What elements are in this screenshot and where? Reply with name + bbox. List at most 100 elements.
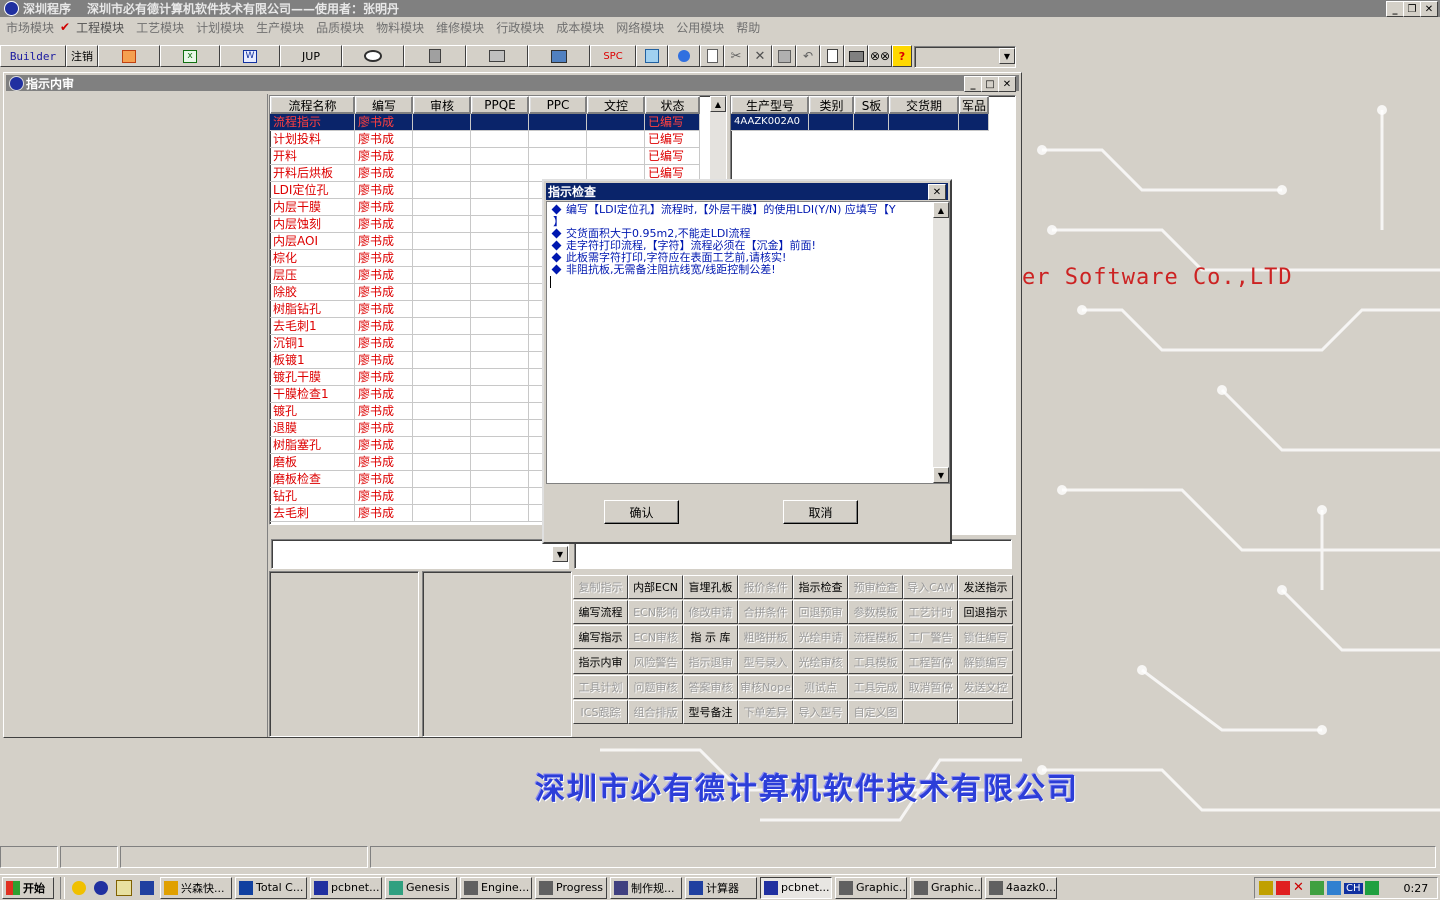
process-column-header[interactable]: 编写 (355, 96, 413, 114)
function-button[interactable]: 指示退审 (683, 650, 738, 674)
taskbar-task[interactable]: Engine... (460, 876, 532, 899)
table-row[interactable]: 计划投料 廖书成 已编写 (270, 131, 700, 148)
close-button[interactable]: ✕ (1420, 1, 1438, 17)
function-button[interactable]: 工具模板 (848, 650, 903, 674)
function-button[interactable]: 发送指示 (958, 575, 1013, 599)
taskbar-task[interactable]: 4aazk0... (985, 876, 1057, 899)
internet-button[interactable] (668, 45, 700, 67)
window-minimize-button[interactable]: _ (964, 76, 982, 92)
function-button[interactable]: 指示检查 (793, 575, 848, 599)
tray-icon-4[interactable] (1310, 881, 1324, 895)
builder-button[interactable]: Builder (0, 45, 66, 67)
function-button[interactable]: 光绘审核 (793, 650, 848, 674)
function-button[interactable]: 测试点 (793, 675, 848, 699)
clock-app-icon[interactable] (72, 880, 86, 895)
process-column-header[interactable]: 状态 (645, 96, 700, 114)
function-button[interactable]: 工具完成 (848, 675, 903, 699)
taskbar-task[interactable]: Graphic... (835, 876, 907, 899)
menu-item[interactable]: 物料模块 (370, 19, 430, 36)
tray-icon-2[interactable] (1276, 881, 1290, 895)
restore-button[interactable]: ❐ (1403, 1, 1421, 17)
menu-item[interactable]: 工程模块 (70, 19, 130, 36)
process-column-header[interactable]: 流程名称 (270, 96, 355, 114)
function-button[interactable]: 指示内审 (573, 650, 628, 674)
function-button[interactable]: 编写指示 (573, 625, 628, 649)
find-button[interactable]: ⊗⊗ (868, 45, 892, 67)
menu-item[interactable]: 品质模块 (310, 19, 370, 36)
ok-button[interactable]: 确认 (604, 500, 679, 524)
logout-button[interactable]: 注销 (66, 45, 98, 67)
window-close-button[interactable]: ✕ (998, 76, 1016, 92)
scroll-down-icon[interactable]: ▼ (933, 467, 949, 483)
taskbar-task[interactable]: 计算器 (685, 876, 757, 899)
jup-button[interactable]: JUP (280, 45, 342, 67)
taskbar-task[interactable]: 兴森快... (160, 876, 232, 899)
minimize-button[interactable]: _ (1386, 1, 1404, 17)
chevron-down-icon[interactable]: ▼ (999, 48, 1015, 64)
taskbar-task[interactable]: 制作规... (610, 876, 682, 899)
process-column-header[interactable]: 文控 (587, 96, 645, 114)
function-button[interactable]: 修改申请 (683, 600, 738, 624)
chevron-down-icon[interactable]: ▼ (552, 546, 568, 562)
menu-item[interactable]: 网络模块 (610, 19, 670, 36)
dialog-message-area[interactable]: 编写【LDI定位孔】流程时,【外层干膜】的使用LDI(Y/N) 应填写【Y】交货… (546, 201, 950, 484)
app-icon[interactable] (94, 880, 108, 895)
menu-item[interactable]: 帮助 (730, 19, 766, 36)
function-button[interactable]: 组合排版 (628, 700, 683, 724)
function-button[interactable]: 流程模板 (848, 625, 903, 649)
dialog-scrollbar[interactable]: ▲ ▼ (933, 202, 949, 483)
menu-item[interactable]: 工艺模块 (130, 19, 190, 36)
delete-button[interactable]: ✕ (748, 45, 772, 67)
tray-icon-5[interactable] (1327, 881, 1341, 895)
function-button[interactable]: 合拼条件 (738, 600, 793, 624)
process-column-header[interactable]: 审核 (413, 96, 471, 114)
function-button[interactable]: ECN审核 (628, 625, 683, 649)
menu-item[interactable]: 成本模块 (550, 19, 610, 36)
taskbar-task[interactable]: pcbnet... (310, 876, 382, 899)
function-button[interactable]: 问题审核 (628, 675, 683, 699)
process-column-header[interactable]: PPQE (471, 96, 529, 114)
menu-item[interactable]: 维修模块 (430, 19, 490, 36)
cut-button[interactable]: ✂ (724, 45, 748, 67)
cancel-button[interactable]: 取消 (783, 500, 858, 524)
function-button[interactable]: 发送文控 (958, 675, 1013, 699)
taskbar-task[interactable]: Progress (535, 876, 607, 899)
function-button[interactable]: 内部ECN (628, 575, 683, 599)
function-button[interactable]: ICS跟踪 (573, 700, 628, 724)
function-button[interactable]: 取消暂停 (903, 675, 958, 699)
taskbar-task[interactable]: Total C... (235, 876, 307, 899)
scroll-up-icon[interactable]: ▲ (710, 96, 726, 112)
function-button[interactable]: 回退指示 (958, 600, 1013, 624)
save-button[interactable] (772, 45, 796, 67)
toolbar-combo[interactable]: ▼ (914, 46, 1016, 68)
function-button[interactable]: 编写流程 (573, 600, 628, 624)
menu-item[interactable]: 计划模块 (190, 19, 250, 36)
database-button[interactable] (404, 45, 466, 67)
tray-icon-1[interactable] (1259, 881, 1273, 895)
view-button[interactable] (342, 45, 404, 67)
table-row[interactable]: 开料 廖书成 已编写 (270, 148, 700, 165)
table-row[interactable]: 流程指示 廖书成 已编写 (270, 114, 700, 131)
tray-icon-6[interactable] (1364, 881, 1379, 895)
preview-button[interactable] (820, 45, 844, 67)
function-button[interactable]: 锁住编写 (958, 625, 1013, 649)
model-column-header[interactable]: 生产型号 (731, 96, 809, 114)
model-column-header[interactable]: 交货期 (889, 96, 959, 114)
function-button[interactable]: 报价条件 (738, 575, 793, 599)
taskbar-task[interactable]: Graphic... (910, 876, 982, 899)
print-button[interactable] (844, 45, 868, 67)
refresh-button[interactable] (636, 45, 668, 67)
window-restore-button[interactable]: □ (981, 76, 999, 92)
function-button[interactable]: 导入型号 (793, 700, 848, 724)
function-button[interactable]: 型号录入 (738, 650, 793, 674)
language-indicator[interactable]: CH (1344, 882, 1363, 894)
function-button[interactable]: 指 示 库 (683, 625, 738, 649)
dialog-close-button[interactable]: ✕ (928, 184, 946, 200)
function-button[interactable]: 自定义图 (848, 700, 903, 724)
taskbar-task[interactable]: pcbnet... (760, 876, 832, 899)
function-button[interactable]: 解锁编写 (958, 650, 1013, 674)
function-button[interactable]: 下单差异 (738, 700, 793, 724)
excel-button[interactable]: x (160, 45, 220, 67)
edit-icon[interactable] (116, 879, 132, 896)
tray-icon-3[interactable]: ✕ (1293, 881, 1307, 895)
